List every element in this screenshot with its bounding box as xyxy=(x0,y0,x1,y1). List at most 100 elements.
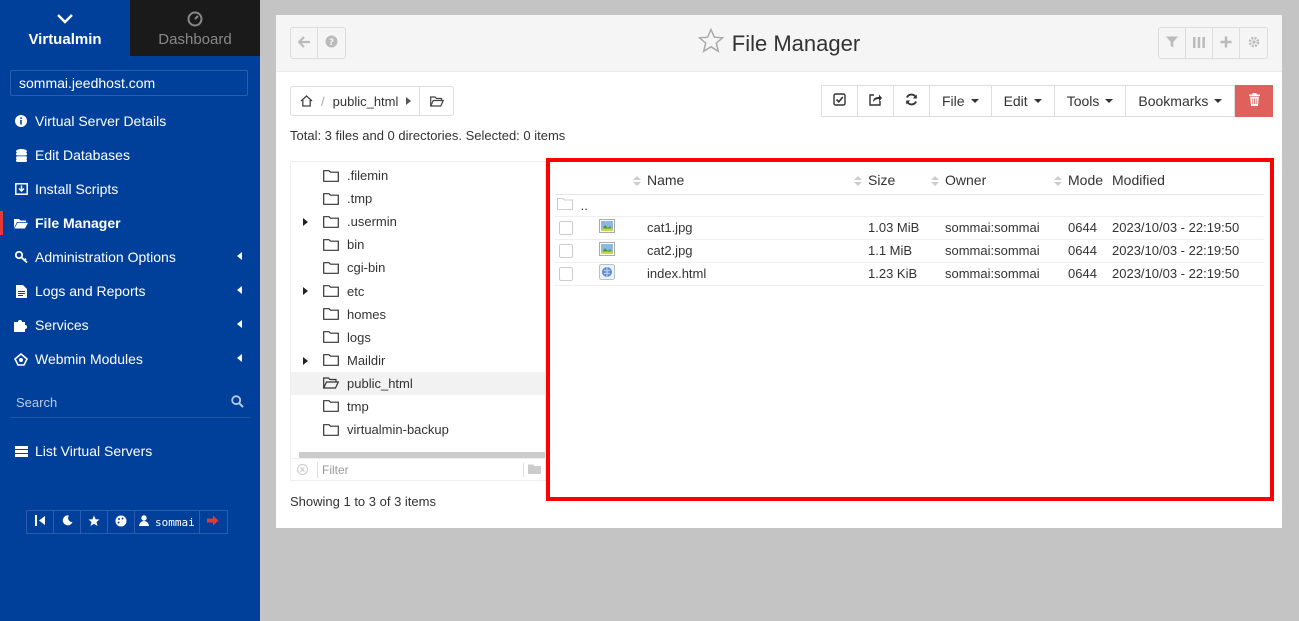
star-outline-icon[interactable] xyxy=(697,27,725,59)
tree-item[interactable]: .usermin xyxy=(291,210,545,233)
file-name[interactable]: cat1.jpg xyxy=(647,220,693,235)
sidebar-search[interactable]: Search xyxy=(10,388,250,418)
column-header-mode[interactable]: Mode xyxy=(1054,166,1112,195)
file-mode: 0644 xyxy=(1068,266,1097,281)
sidebar-item-file-manager[interactable]: File Manager xyxy=(0,206,260,240)
row-checkbox[interactable] xyxy=(559,221,573,236)
sidebar-item-label: Services xyxy=(35,317,89,333)
column-header-name[interactable]: Name xyxy=(633,166,854,195)
gear-icon xyxy=(1248,36,1260,51)
column-header-modified[interactable]: Modified xyxy=(1112,166,1264,195)
sidebar-item-services[interactable]: Services xyxy=(0,308,260,342)
column-header-owner-label: Owner xyxy=(945,171,987,188)
sidebar-item-logs-and-reports[interactable]: Logs and Reports xyxy=(0,274,260,308)
sidebar-item-virtual-server-details[interactable]: Virtual Server Details xyxy=(0,104,260,138)
tree-item[interactable]: .filemin xyxy=(291,164,545,187)
tree-item[interactable]: cgi-bin xyxy=(291,256,545,279)
share-button[interactable] xyxy=(857,85,893,117)
chevron-left-icon xyxy=(237,252,242,260)
moon-icon xyxy=(62,515,73,529)
modules-icon xyxy=(14,352,28,366)
tab-dashboard-label: Dashboard xyxy=(158,30,232,48)
breadcrumb-item[interactable]: public_html xyxy=(333,94,399,109)
tree-item[interactable]: bin xyxy=(291,233,545,256)
select-all-button[interactable] xyxy=(821,85,857,117)
sidebar-item-install-scripts[interactable]: Install Scripts xyxy=(0,172,260,206)
table-row[interactable]: index.html 1.23 KiB sommai:sommai 0644 2023/… xyxy=(555,262,1264,286)
bookmarks-menu-button[interactable]: Bookmarks xyxy=(1125,85,1236,117)
sidebar-item-edit-databases[interactable]: Edit Databases xyxy=(0,138,260,172)
file-toolbar: File Edit Tools Bookmarks xyxy=(821,85,1274,117)
table-row[interactable]: cat1.jpg 1.03 MiB sommai:sommai 0644 2023/10… xyxy=(555,216,1264,240)
logout-button[interactable] xyxy=(200,511,227,533)
home-icon[interactable] xyxy=(291,95,321,107)
host-select[interactable]: sommai.jeedhost.com xyxy=(10,70,248,96)
directory-tree: .filemin .tmp .usermin bin cgi-bin etc homes lo… xyxy=(290,161,546,481)
row-checkbox[interactable] xyxy=(559,267,573,282)
tree-item[interactable]: logs xyxy=(291,326,545,349)
tree-item[interactable]: Maildir xyxy=(291,349,545,372)
tab-virtualmin[interactable]: Virtualmin xyxy=(0,0,130,56)
tree-item-label: etc xyxy=(347,283,365,299)
gauge-icon xyxy=(187,9,203,29)
filter-button[interactable] xyxy=(1159,28,1186,58)
tools-menu-button[interactable]: Tools xyxy=(1053,85,1126,117)
header-right-buttons xyxy=(1158,27,1268,59)
sidebar-item-label: Administration Options xyxy=(35,249,176,265)
column-header-mode-label: Mode xyxy=(1068,171,1104,188)
tree-filter-input[interactable]: Filter xyxy=(291,458,545,480)
user-button[interactable]: sommai xyxy=(135,511,200,533)
filter-separator xyxy=(317,461,318,478)
folder-icon xyxy=(323,330,339,344)
folder-icon xyxy=(323,307,339,321)
tree-item[interactable]: .tmp xyxy=(291,187,545,210)
expand-arrow-icon[interactable] xyxy=(303,356,308,365)
edit-menu-label: Edit xyxy=(1003,93,1028,109)
parent-directory-row[interactable]: .. xyxy=(555,194,1264,217)
sidebar-item-administration-options[interactable]: Administration Options xyxy=(0,240,260,274)
settings-button[interactable] xyxy=(1240,28,1267,58)
table-row[interactable]: cat2.jpg 1.1 MiB sommai:sommai 0644 2023/10/… xyxy=(555,239,1264,263)
tree-item[interactable]: homes xyxy=(291,303,545,326)
sort-icon xyxy=(1054,176,1062,187)
expand-arrow-icon[interactable] xyxy=(303,218,308,227)
sidebar: Virtualmin Dashboard sommai.jeedhost.com… xyxy=(0,0,260,621)
collapse-sidebar-button[interactable] xyxy=(27,511,54,533)
file-owner: sommai:sommai xyxy=(945,266,1040,281)
refresh-button[interactable] xyxy=(893,85,929,117)
file-name[interactable]: cat2.jpg xyxy=(647,243,693,258)
delete-button[interactable] xyxy=(1235,85,1274,117)
tree-item[interactable]: etc xyxy=(291,279,545,302)
panel-header: ? File Manager xyxy=(276,15,1282,72)
tree-item[interactable]: public_html xyxy=(291,371,545,395)
folder-open-icon[interactable] xyxy=(419,87,453,115)
download-box-icon xyxy=(14,182,28,196)
favorites-button[interactable] xyxy=(81,511,108,533)
column-header-size[interactable]: Size xyxy=(854,166,931,195)
sidebar-item-webmin-modules[interactable]: Webmin Modules xyxy=(0,342,260,376)
tree-item[interactable]: tmp xyxy=(291,395,545,418)
sidebar-item-list-virtual-servers[interactable]: List Virtual Servers xyxy=(0,434,260,468)
folder-icon xyxy=(323,423,339,437)
columns-button[interactable] xyxy=(1186,28,1213,58)
row-checkbox[interactable] xyxy=(559,244,573,259)
clear-icon[interactable] xyxy=(297,464,313,475)
folder-icon xyxy=(323,284,339,298)
night-mode-button[interactable] xyxy=(54,511,81,533)
folder-icon[interactable] xyxy=(523,463,541,477)
tab-dashboard[interactable]: Dashboard xyxy=(130,0,260,56)
file-size: 1.1 MiB xyxy=(868,243,913,258)
folder-icon xyxy=(323,353,339,367)
caret-right-icon[interactable] xyxy=(406,97,412,105)
theme-button[interactable] xyxy=(108,511,135,533)
add-button[interactable] xyxy=(1213,28,1240,58)
trash-icon xyxy=(1248,93,1260,109)
expand-arrow-icon[interactable] xyxy=(303,287,308,296)
file-menu-button[interactable]: File xyxy=(929,85,991,117)
check-square-icon xyxy=(833,93,846,109)
file-size: 1.23 KiB xyxy=(868,266,918,281)
file-name[interactable]: index.html xyxy=(647,266,706,281)
edit-menu-button[interactable]: Edit xyxy=(990,85,1054,117)
tree-item[interactable]: virtualmin-backup xyxy=(291,418,545,441)
column-header-owner[interactable]: Owner xyxy=(931,166,1054,195)
